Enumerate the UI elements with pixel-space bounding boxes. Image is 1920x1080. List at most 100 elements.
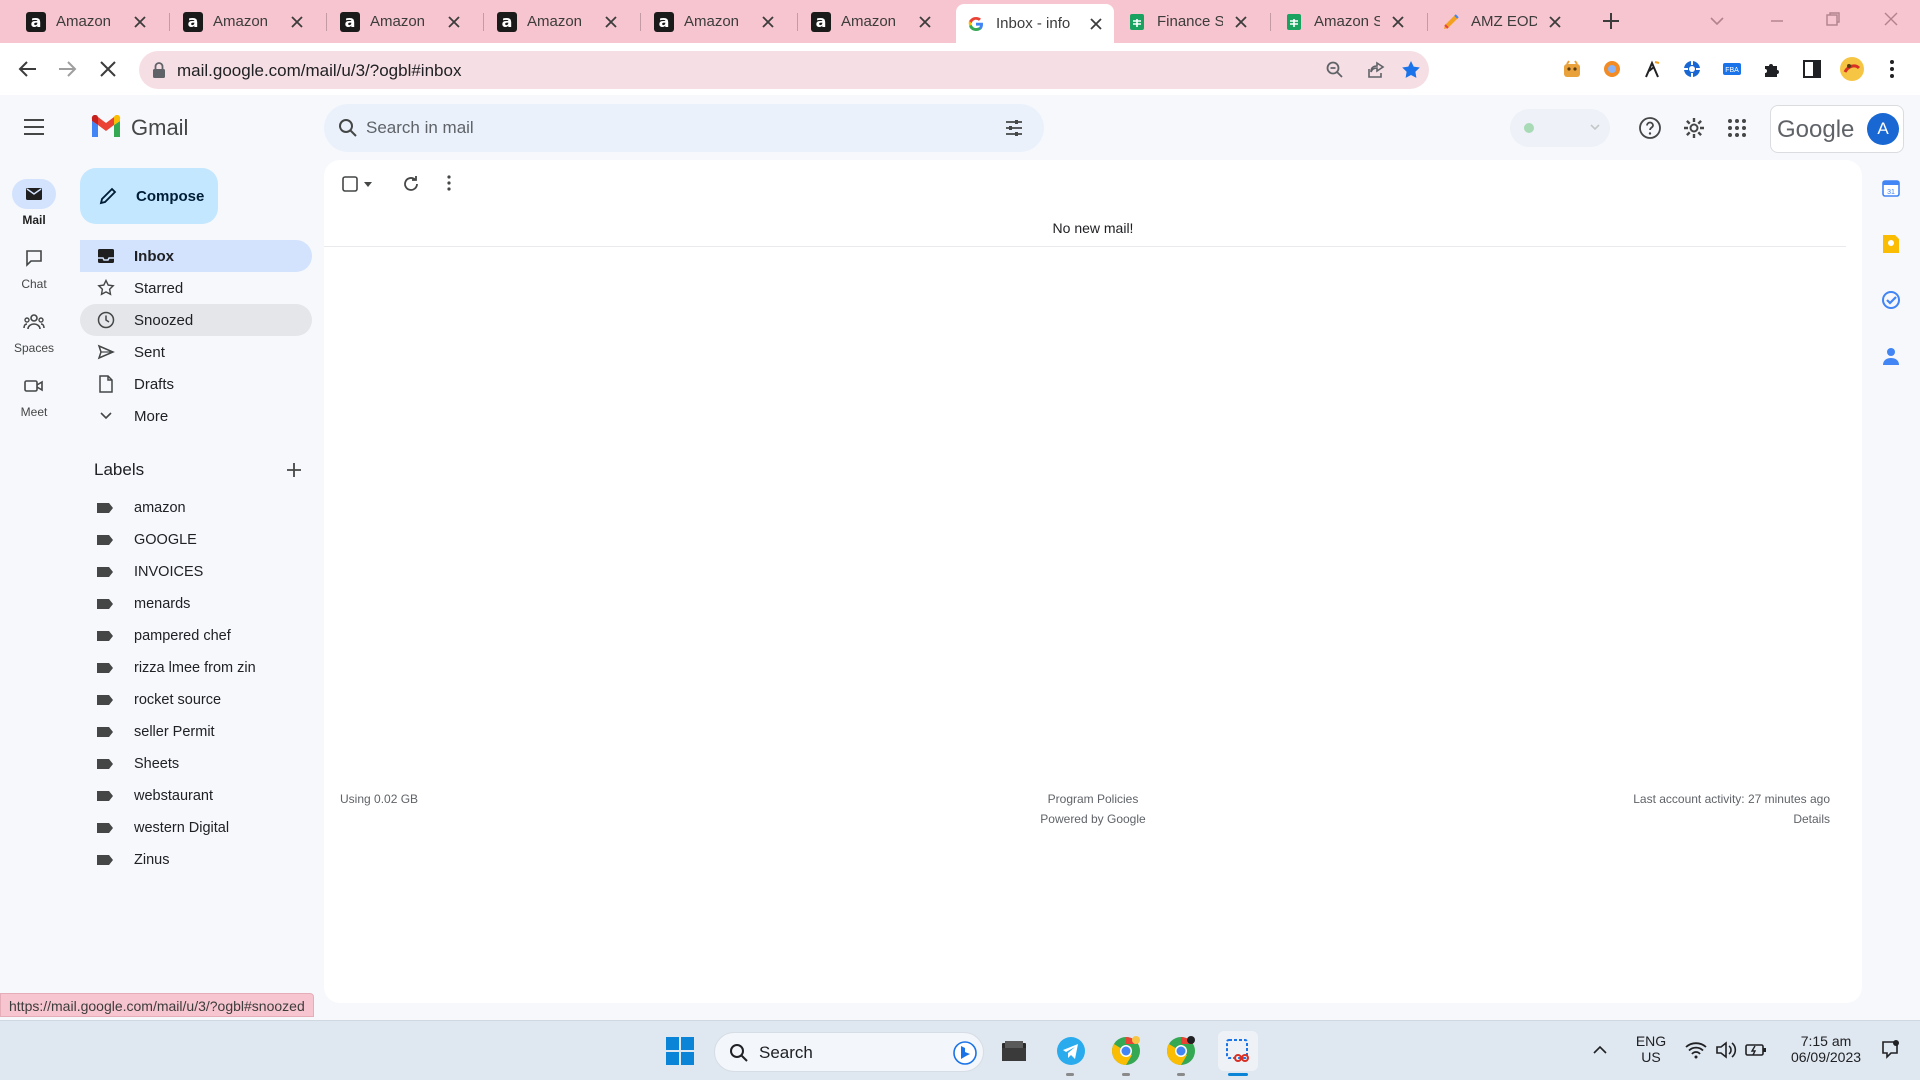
calendar-icon[interactable]: 31 (1880, 177, 1902, 199)
status-selector[interactable] (1510, 109, 1610, 147)
rail-item-mail[interactable]: Mail (0, 179, 68, 239)
close-icon[interactable] (446, 14, 462, 30)
close-icon[interactable] (760, 14, 776, 30)
browser-tab-finance-sheet[interactable]: Finance She (1117, 4, 1259, 39)
browser-tab-amazon-1[interactable]: a Amazon (16, 4, 158, 39)
taskbar-telegram[interactable] (1051, 1031, 1091, 1071)
notification-icon[interactable] (1880, 1039, 1900, 1061)
keep-icon[interactable] (1880, 233, 1902, 255)
contacts-icon[interactable] (1880, 345, 1902, 367)
profile-avatar-icon[interactable] (1838, 55, 1866, 83)
browser-tab-amazon-6[interactable]: a Amazon (801, 4, 943, 39)
close-icon[interactable] (1390, 14, 1406, 30)
rail-item-chat[interactable]: Chat (0, 243, 68, 303)
close-icon[interactable] (917, 14, 933, 30)
tab-search-chevron-icon[interactable] (1708, 12, 1726, 30)
address-bar[interactable]: mail.google.com/mail/u/3/?ogbl#inbox (139, 51, 1429, 89)
search-input[interactable] (366, 104, 966, 152)
zoom-icon[interactable] (1325, 60, 1345, 80)
window-close-icon[interactable] (1882, 10, 1900, 28)
new-tab-plus-icon[interactable] (1600, 10, 1622, 32)
back-arrow-icon[interactable] (14, 55, 42, 83)
rail-item-spaces[interactable]: Spaces (0, 307, 68, 367)
program-policies-link[interactable]: Program Policies (324, 792, 1862, 806)
nav-item-inbox[interactable]: Inbox (80, 240, 312, 272)
tray-overflow-chevron-icon[interactable] (1592, 1043, 1608, 1055)
nav-item-more[interactable]: More (80, 400, 312, 432)
wifi-icon[interactable] (1685, 1041, 1707, 1059)
browser-tab-amazon-2[interactable]: a Amazon (173, 4, 315, 39)
system-clock[interactable]: 7:15 am 06/09/2023 (1776, 1033, 1876, 1065)
label-item[interactable]: rocket source (80, 684, 312, 716)
settings-gear-icon[interactable] (1682, 116, 1706, 140)
taskbar-file-explorer[interactable] (994, 1031, 1034, 1071)
label-item[interactable]: Sheets (80, 748, 312, 780)
compose-button[interactable]: Compose (80, 168, 218, 224)
select-all-checkbox-icon[interactable] (342, 176, 358, 192)
select-dropdown-caret-icon[interactable] (364, 182, 372, 187)
google-apps-grid-icon[interactable] (1727, 118, 1747, 138)
label-item[interactable]: western Digital (80, 812, 312, 844)
close-icon[interactable] (1088, 16, 1104, 32)
browser-tab-amazon-sheet[interactable]: Amazon St (1274, 4, 1416, 39)
taskbar-chrome-1[interactable] (1106, 1031, 1146, 1071)
gmail-logo-icon[interactable] (90, 115, 122, 139)
restore-icon[interactable] (1824, 10, 1842, 28)
taskbar-search-box[interactable]: Search (714, 1032, 984, 1072)
label-item[interactable]: GOOGLE (80, 524, 312, 556)
label-item[interactable]: menards (80, 588, 312, 620)
label-item[interactable]: rizza lmee from zin (80, 652, 312, 684)
extension-orange-circle-icon[interactable] (1598, 55, 1626, 83)
extension-fba-icon[interactable]: FBA (1718, 55, 1746, 83)
nav-item-snoozed[interactable]: Snoozed (80, 304, 312, 336)
help-icon[interactable] (1638, 116, 1662, 140)
browser-tab-amazon-5[interactable]: a Amazon (644, 4, 786, 39)
gmail-wordmark[interactable]: Gmail (131, 115, 188, 141)
label-item[interactable]: amazon (80, 492, 312, 524)
forward-arrow-icon[interactable] (53, 55, 81, 83)
nav-item-drafts[interactable]: Drafts (80, 368, 312, 400)
extension-honey-icon[interactable] (1558, 55, 1586, 83)
bookmark-star-icon[interactable] (1400, 59, 1422, 81)
bing-chat-icon[interactable] (953, 1041, 977, 1065)
search-options-icon[interactable] (1004, 118, 1024, 138)
extensions-puzzle-icon[interactable] (1758, 55, 1786, 83)
input-language[interactable]: ENG US (1626, 1033, 1676, 1065)
create-label-button[interactable] (282, 458, 306, 482)
rail-item-meet[interactable]: Meet (0, 371, 68, 431)
label-item[interactable]: Zinus (80, 844, 312, 876)
browser-tab-inbox[interactable]: Inbox - info (956, 4, 1114, 43)
browser-tab-amazon-3[interactable]: a Amazon (330, 4, 472, 39)
search-bar[interactable] (324, 104, 1044, 152)
activity-details-link[interactable]: Details (1793, 812, 1830, 826)
browser-tab-amazon-4[interactable]: a Amazon (487, 4, 629, 39)
share-icon[interactable] (1366, 60, 1386, 80)
account-switcher[interactable]: Google A (1770, 105, 1904, 153)
refresh-icon[interactable] (402, 175, 420, 193)
extension-arrow-icon[interactable] (1638, 55, 1666, 83)
lock-icon[interactable] (152, 62, 166, 78)
browser-tab-amz-eod[interactable]: AMZ EOD F (1431, 4, 1573, 39)
main-menu-hamburger-icon[interactable] (22, 117, 46, 137)
label-item[interactable]: INVOICES (80, 556, 312, 588)
tasks-icon[interactable] (1880, 289, 1902, 311)
label-item[interactable]: pampered chef (80, 620, 312, 652)
label-item[interactable]: seller Permit (80, 716, 312, 748)
label-item[interactable]: webstaurant (80, 780, 312, 812)
volume-icon[interactable] (1715, 1041, 1737, 1059)
side-panel-icon[interactable] (1798, 55, 1826, 83)
close-icon[interactable] (289, 14, 305, 30)
close-icon[interactable] (1233, 14, 1249, 30)
minimize-icon[interactable] (1768, 12, 1786, 30)
extension-blue-gear-icon[interactable] (1678, 55, 1706, 83)
browser-menu-icon[interactable] (1878, 55, 1906, 83)
stop-loading-icon[interactable] (94, 55, 122, 83)
more-options-icon[interactable] (447, 175, 451, 191)
windows-start-button[interactable] (660, 1031, 700, 1071)
close-icon[interactable] (132, 14, 148, 30)
close-icon[interactable] (1547, 14, 1563, 30)
battery-icon[interactable] (1745, 1041, 1767, 1059)
taskbar-snipping-tool[interactable] (1218, 1031, 1258, 1071)
taskbar-chrome-2[interactable] (1161, 1031, 1201, 1071)
nav-item-starred[interactable]: Starred (80, 272, 312, 304)
